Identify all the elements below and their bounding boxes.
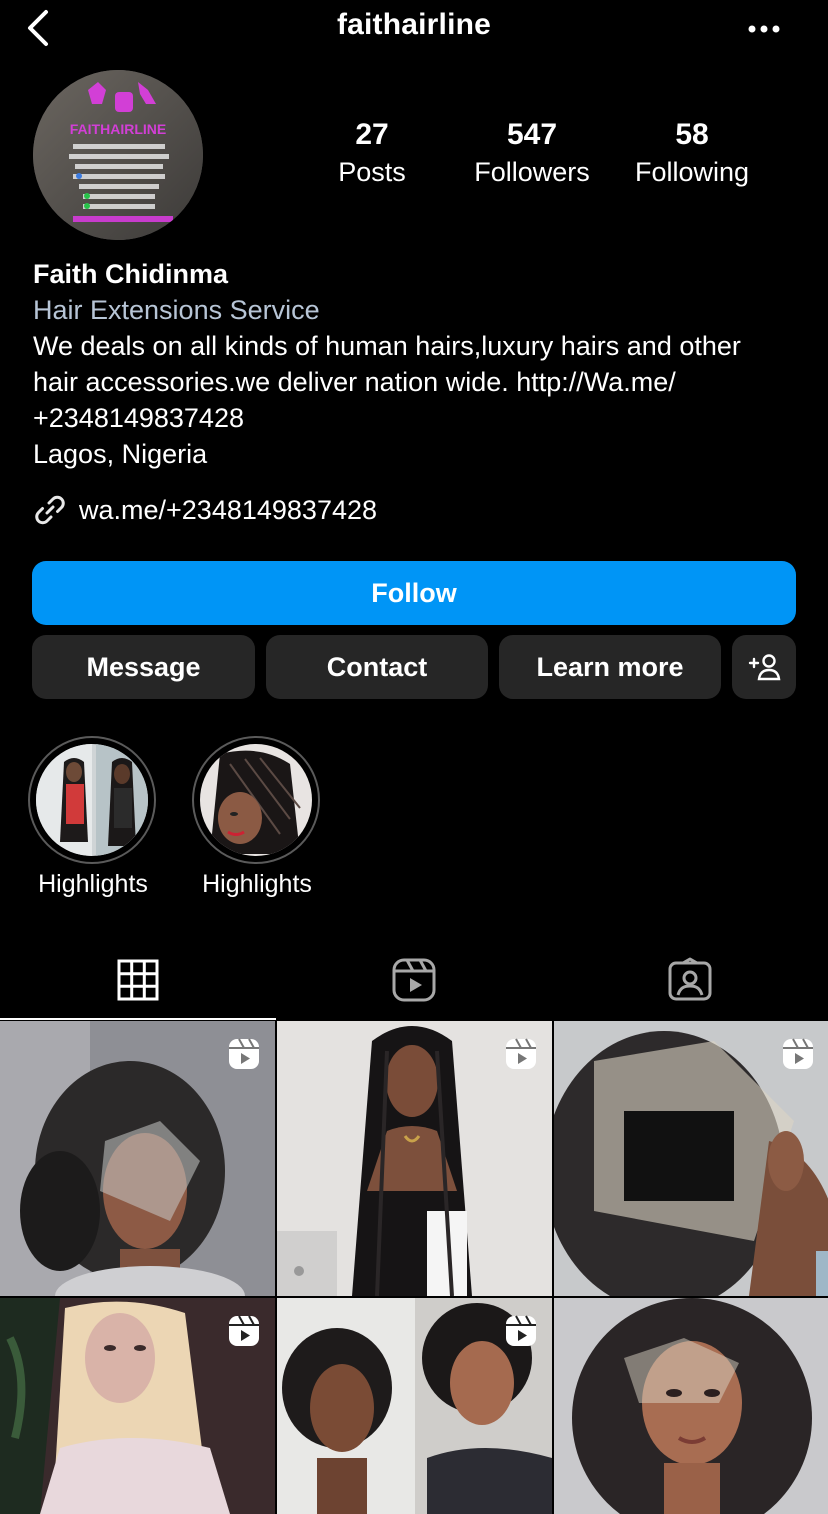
- add-person-icon: [748, 654, 781, 681]
- stat-followers[interactable]: 547 Followers: [452, 116, 612, 190]
- follow-button[interactable]: Follow: [32, 561, 796, 625]
- link-text: wa.me/+2348149837428: [79, 494, 378, 525]
- highlight-ring: [192, 736, 320, 864]
- reel-indicator-icon: [506, 1315, 536, 1346]
- stat-posts[interactable]: 27 Posts: [292, 116, 452, 190]
- highlight-label: Highlights: [38, 870, 148, 898]
- highlight-1[interactable]: Highlights: [28, 736, 158, 899]
- profile-username: faithairline: [336, 8, 492, 41]
- tab-reels[interactable]: [276, 940, 552, 1020]
- post-tile[interactable]: [0, 1021, 275, 1296]
- tab-posts[interactable]: [0, 940, 276, 1020]
- followers-count: 547: [506, 118, 558, 151]
- profile-name: Faith Chidinma: [33, 259, 228, 289]
- profile-description: We deals on all kinds of human hairs,lux…: [33, 331, 741, 433]
- learn-more-button[interactable]: Learn more: [499, 635, 721, 699]
- stat-following[interactable]: 58 Following: [612, 116, 772, 190]
- contact-button[interactable]: Contact: [266, 635, 488, 699]
- suggested-accounts-button[interactable]: [732, 635, 796, 699]
- tab-tagged[interactable]: [552, 940, 828, 1020]
- post-tile[interactable]: [554, 1021, 828, 1296]
- profile-bio: Faith Chidinma Hair Extensions Service W…: [33, 256, 803, 472]
- highlight-ring: [28, 736, 156, 864]
- post-tile[interactable]: [554, 1298, 828, 1514]
- highlight-label: Highlights: [202, 870, 312, 898]
- avatar-logo-text: FAITHAIRLINE: [70, 121, 166, 137]
- reel-indicator-icon: [229, 1315, 259, 1346]
- following-count: 58: [675, 118, 709, 151]
- avatar-image: FAITHAIRLINE: [33, 70, 203, 240]
- tagged-icon: [668, 957, 712, 1001]
- profile-avatar[interactable]: FAITHAIRLINE: [33, 70, 203, 240]
- posts-label: Posts: [338, 157, 406, 187]
- profile-stats: 27 Posts 547 Followers 58 Following: [300, 116, 780, 196]
- profile-category: Hair Extensions Service: [33, 295, 320, 325]
- profile-tabs: [0, 940, 828, 1020]
- reels-icon: [392, 958, 436, 1002]
- grid-icon: [117, 959, 159, 1001]
- top-bar: faithairline: [0, 0, 828, 56]
- reel-indicator-icon: [229, 1038, 259, 1069]
- reel-indicator-icon: [783, 1038, 813, 1069]
- post-tile[interactable]: [277, 1298, 552, 1514]
- highlight-image: [200, 744, 312, 856]
- post-tile[interactable]: [277, 1021, 552, 1296]
- profile-location: Lagos, Nigeria: [33, 439, 208, 469]
- following-label: Following: [634, 157, 750, 187]
- reel-indicator-icon: [506, 1038, 536, 1069]
- profile-link[interactable]: wa.me/+2348149837428: [33, 490, 377, 530]
- highlight-image: [36, 744, 148, 856]
- followers-label: Followers: [474, 157, 590, 187]
- message-button[interactable]: Message: [32, 635, 255, 699]
- highlight-2[interactable]: Highlights: [192, 736, 322, 899]
- post-tile[interactable]: [0, 1298, 275, 1514]
- posts-count: 27: [355, 118, 389, 151]
- post-image: [554, 1298, 828, 1514]
- more-options-icon[interactable]: [744, 14, 784, 44]
- link-icon: [35, 495, 65, 525]
